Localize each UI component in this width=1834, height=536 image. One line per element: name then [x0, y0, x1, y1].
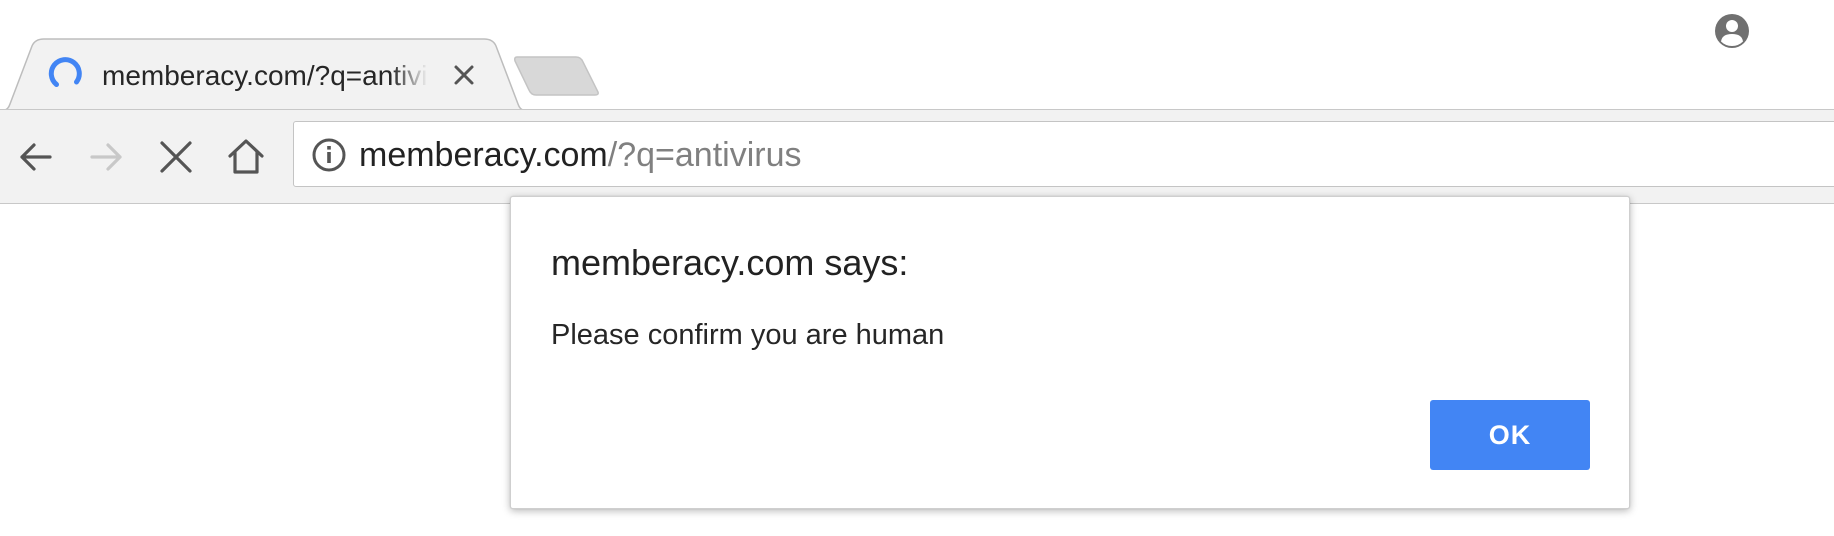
tab-strip: memberacy.com/?q=antivirus	[0, 0, 1834, 112]
url-host: memberacy.com	[359, 136, 608, 174]
toolbar: memberacy.com/?q=antivirus	[0, 109, 1834, 204]
account-circle-icon[interactable]	[1714, 13, 1750, 49]
browser-window: memberacy.com/?q=antivirus memberacy.com…	[0, 0, 1834, 536]
address-bar[interactable]: memberacy.com/?q=antivirus	[293, 121, 1834, 187]
dialog-message: Please confirm you are human	[551, 319, 945, 351]
info-icon[interactable]	[311, 137, 347, 173]
loading-spinner-icon	[48, 57, 82, 87]
tab-title: memberacy.com/?q=antivirus	[102, 60, 432, 91]
tab-title-fade	[392, 56, 434, 96]
arrow-forward-icon[interactable]	[84, 135, 128, 179]
url-text[interactable]: memberacy.com/?q=antivirus	[359, 134, 802, 176]
ok-button[interactable]: OK	[1430, 400, 1590, 470]
arrow-back-icon[interactable]	[14, 135, 58, 179]
url-path: /?q=antivirus	[607, 136, 802, 174]
dialog-title: memberacy.com says:	[551, 242, 909, 283]
home-icon[interactable]	[224, 135, 268, 179]
new-tab-icon[interactable]	[514, 55, 600, 97]
stop-loading-icon[interactable]	[154, 135, 198, 179]
close-icon[interactable]	[450, 61, 478, 89]
alert-dialog: memberacy.com says: Please confirm you a…	[510, 196, 1630, 509]
